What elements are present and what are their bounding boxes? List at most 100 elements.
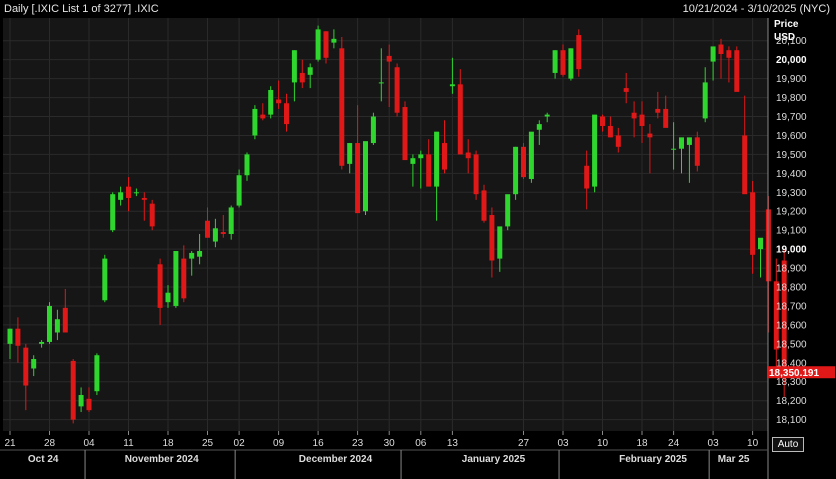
candle[interactable]: [394, 63, 400, 117]
candle-body[interactable]: [268, 89, 274, 115]
candle-body[interactable]: [236, 175, 242, 206]
candle-body[interactable]: [623, 88, 629, 92]
candle-body[interactable]: [536, 124, 542, 130]
candle-body[interactable]: [39, 341, 45, 344]
candle[interactable]: [252, 105, 258, 140]
candle-body[interactable]: [615, 135, 621, 147]
candle-body[interactable]: [15, 328, 21, 346]
candle[interactable]: [173, 251, 179, 308]
candle[interactable]: [94, 353, 100, 396]
candle-body[interactable]: [726, 50, 732, 58]
candle-body[interactable]: [655, 108, 661, 113]
candle[interactable]: [528, 131, 534, 183]
candle-body[interactable]: [394, 67, 400, 113]
candle[interactable]: [70, 359, 76, 424]
candle-body[interactable]: [671, 148, 677, 150]
candle-body[interactable]: [315, 29, 321, 60]
candle-body[interactable]: [220, 232, 226, 234]
candle-body[interactable]: [86, 398, 92, 411]
candle-body[interactable]: [165, 292, 171, 303]
candle-body[interactable]: [284, 103, 289, 125]
candle-body[interactable]: [513, 146, 519, 195]
candle-body[interactable]: [70, 360, 76, 420]
candle-body[interactable]: [631, 112, 637, 119]
candle-body[interactable]: [505, 194, 511, 227]
candle-body[interactable]: [54, 319, 60, 333]
candle-body[interactable]: [157, 264, 163, 308]
candle-body[interactable]: [339, 48, 345, 166]
candle-body[interactable]: [244, 154, 250, 176]
candle-body[interactable]: [7, 328, 13, 344]
candle[interactable]: [473, 150, 479, 200]
candle[interactable]: [694, 131, 700, 172]
candle-body[interactable]: [110, 194, 116, 231]
candle-body[interactable]: [323, 31, 329, 58]
candle-body[interactable]: [434, 131, 440, 187]
candle-body[interactable]: [576, 35, 582, 70]
candle-body[interactable]: [307, 67, 313, 75]
candle[interactable]: [339, 36, 345, 170]
candle[interactable]: [102, 254, 108, 303]
candle[interactable]: [149, 199, 155, 231]
candle-body[interactable]: [94, 355, 100, 392]
candle-body[interactable]: [78, 395, 84, 407]
candle-body[interactable]: [276, 99, 282, 104]
candle-body[interactable]: [694, 137, 700, 166]
candle-body[interactable]: [702, 82, 708, 119]
candle-body[interactable]: [457, 84, 463, 155]
candle-body[interactable]: [47, 305, 52, 342]
candle-body[interactable]: [418, 154, 424, 159]
candle-body[interactable]: [663, 108, 669, 128]
candle-body[interactable]: [299, 72, 305, 83]
candle-body[interactable]: [481, 190, 487, 221]
candle[interactable]: [513, 146, 519, 200]
candle-body[interactable]: [149, 203, 155, 227]
candle-body[interactable]: [410, 158, 416, 164]
candle[interactable]: [236, 169, 242, 208]
candle[interactable]: [363, 141, 368, 216]
candle-body[interactable]: [442, 143, 447, 170]
candle-body[interactable]: [528, 131, 534, 180]
candle-body[interactable]: [141, 197, 147, 200]
candle-body[interactable]: [355, 143, 361, 214]
candle-body[interactable]: [252, 108, 258, 136]
candle[interactable]: [315, 25, 321, 62]
candle-body[interactable]: [600, 116, 605, 126]
candle-body[interactable]: [449, 84, 455, 87]
candle-body[interactable]: [552, 50, 558, 73]
candle-body[interactable]: [750, 192, 756, 255]
candle-body[interactable]: [331, 38, 337, 43]
candle[interactable]: [268, 86, 274, 119]
candle-body[interactable]: [291, 50, 297, 83]
candle-body[interactable]: [363, 141, 368, 212]
candle-body[interactable]: [189, 252, 195, 259]
candle-body[interactable]: [521, 146, 526, 178]
candle-body[interactable]: [686, 137, 692, 145]
candlestick-chart[interactable]: Price USD 18,10018,20018,30018,40018,500…: [0, 18, 836, 479]
candle-body[interactable]: [639, 114, 645, 126]
candle[interactable]: [734, 46, 740, 92]
candle-body[interactable]: [473, 154, 479, 195]
candle-body[interactable]: [378, 82, 384, 84]
candle[interactable]: [505, 194, 511, 231]
candle-body[interactable]: [133, 192, 139, 194]
candle-body[interactable]: [197, 251, 203, 257]
candle[interactable]: [370, 112, 376, 145]
candle-body[interactable]: [386, 55, 392, 62]
candle-body[interactable]: [489, 215, 495, 261]
candle-body[interactable]: [497, 226, 503, 259]
candle-body[interactable]: [465, 152, 471, 159]
candle-body[interactable]: [126, 186, 131, 198]
candle[interactable]: [568, 48, 574, 81]
candle-body[interactable]: [260, 114, 266, 119]
candle-body[interactable]: [181, 258, 187, 299]
candle-body[interactable]: [205, 220, 210, 238]
candle-body[interactable]: [31, 359, 37, 369]
candle[interactable]: [481, 184, 487, 223]
plot-area[interactable]: [3, 18, 768, 431]
candle-body[interactable]: [592, 114, 598, 187]
candle-body[interactable]: [734, 50, 740, 92]
candle[interactable]: [110, 192, 116, 233]
candle-body[interactable]: [568, 48, 574, 79]
candle-body[interactable]: [426, 154, 432, 187]
